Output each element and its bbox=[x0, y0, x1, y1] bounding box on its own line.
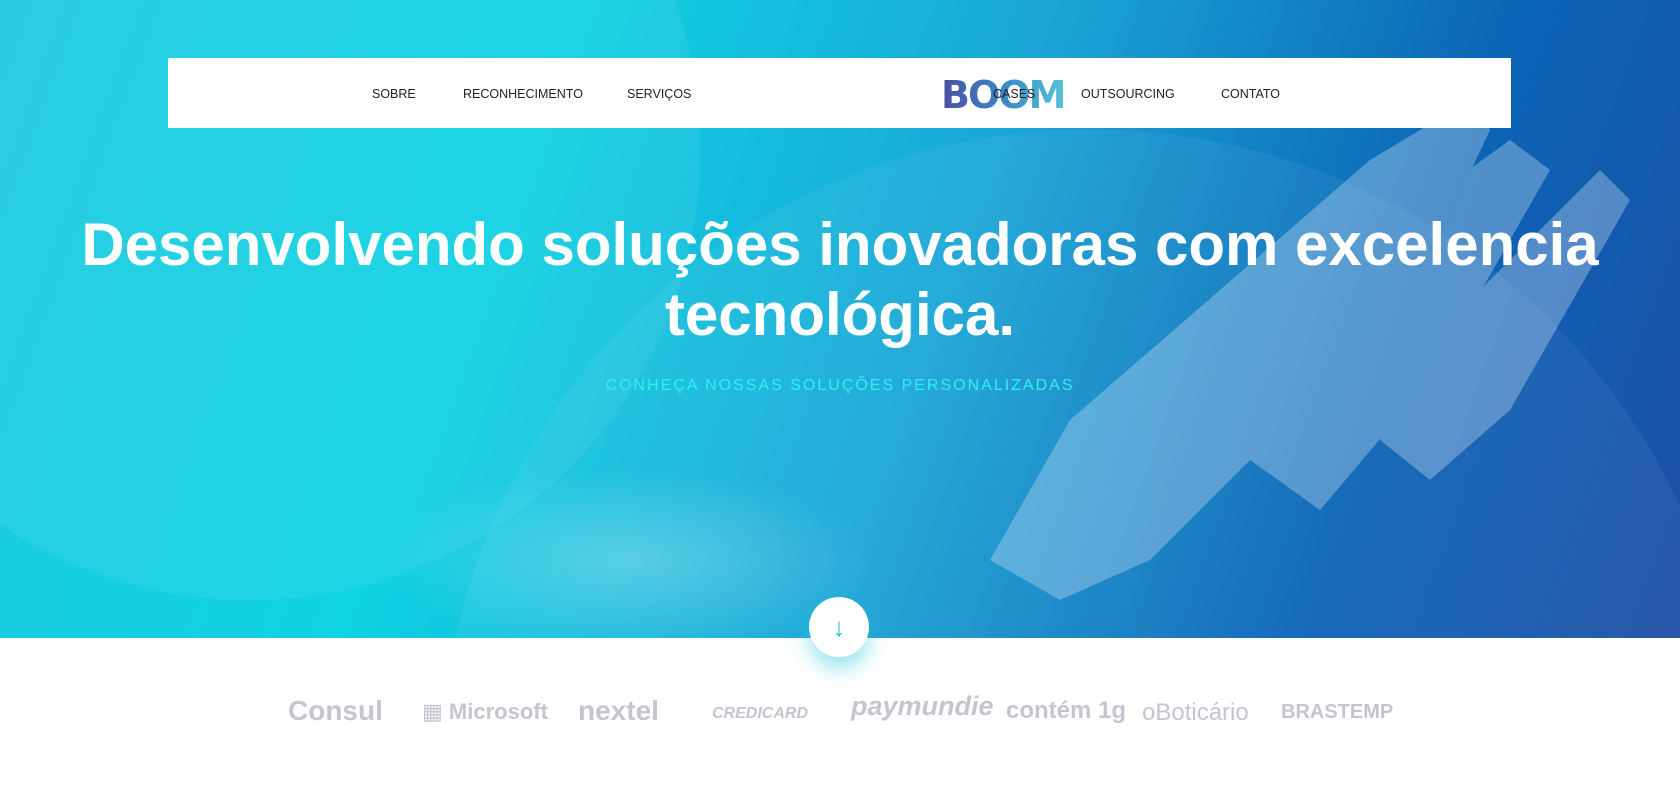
top-navbar: SOBRE RECONHECIMENTO SERVIÇOS BOOM CASES… bbox=[168, 58, 1511, 128]
arrow-down-icon: ↓ bbox=[832, 611, 846, 642]
nav-reconhecimento[interactable]: RECONHECIMENTO bbox=[463, 87, 583, 101]
hero-title-line: Desenvolvendo soluções inovadoras com ex… bbox=[81, 211, 1599, 278]
client-logos: Consul ▦ Microsoft nextel CREDICARD paym… bbox=[280, 685, 1420, 735]
client-logo-paymundie: paymundie bbox=[851, 691, 994, 721]
hero-title-line: tecnológica. bbox=[664, 281, 1016, 348]
client-logo-microsoft: ▦ Microsoft bbox=[422, 699, 548, 724]
nav-contato[interactable]: CONTATO bbox=[1221, 87, 1280, 101]
scroll-down-button[interactable]: ↓ bbox=[809, 597, 869, 657]
nav-outsourcing[interactable]: OUTSOURCING bbox=[1081, 87, 1175, 101]
hero-section: SOBRE RECONHECIMENTO SERVIÇOS BOOM CASES… bbox=[0, 0, 1680, 638]
client-logo-credicard: CREDICARD bbox=[712, 705, 808, 722]
client-logo-consul: Consul bbox=[288, 695, 383, 726]
client-logo-oboticario: oBoticário bbox=[1142, 699, 1249, 726]
nav-sobre[interactable]: SOBRE bbox=[372, 87, 416, 101]
client-logo-contem1g: contém 1g bbox=[1006, 697, 1127, 724]
hero-subtitle[interactable]: CONHEÇA NOSSAS SOLUÇÕES PERSONALIZADAS bbox=[0, 377, 1680, 395]
hero-title: Desenvolvendo soluções inovadoras com ex… bbox=[0, 210, 1680, 350]
client-name: Microsoft bbox=[448, 699, 548, 724]
client-logo-nextel: nextel bbox=[578, 695, 659, 726]
nav-cases[interactable]: CASES bbox=[993, 87, 1035, 101]
client-logo-brastemp: BRASTEMP bbox=[1281, 701, 1394, 723]
nav-servicos[interactable]: SERVIÇOS bbox=[627, 87, 691, 101]
